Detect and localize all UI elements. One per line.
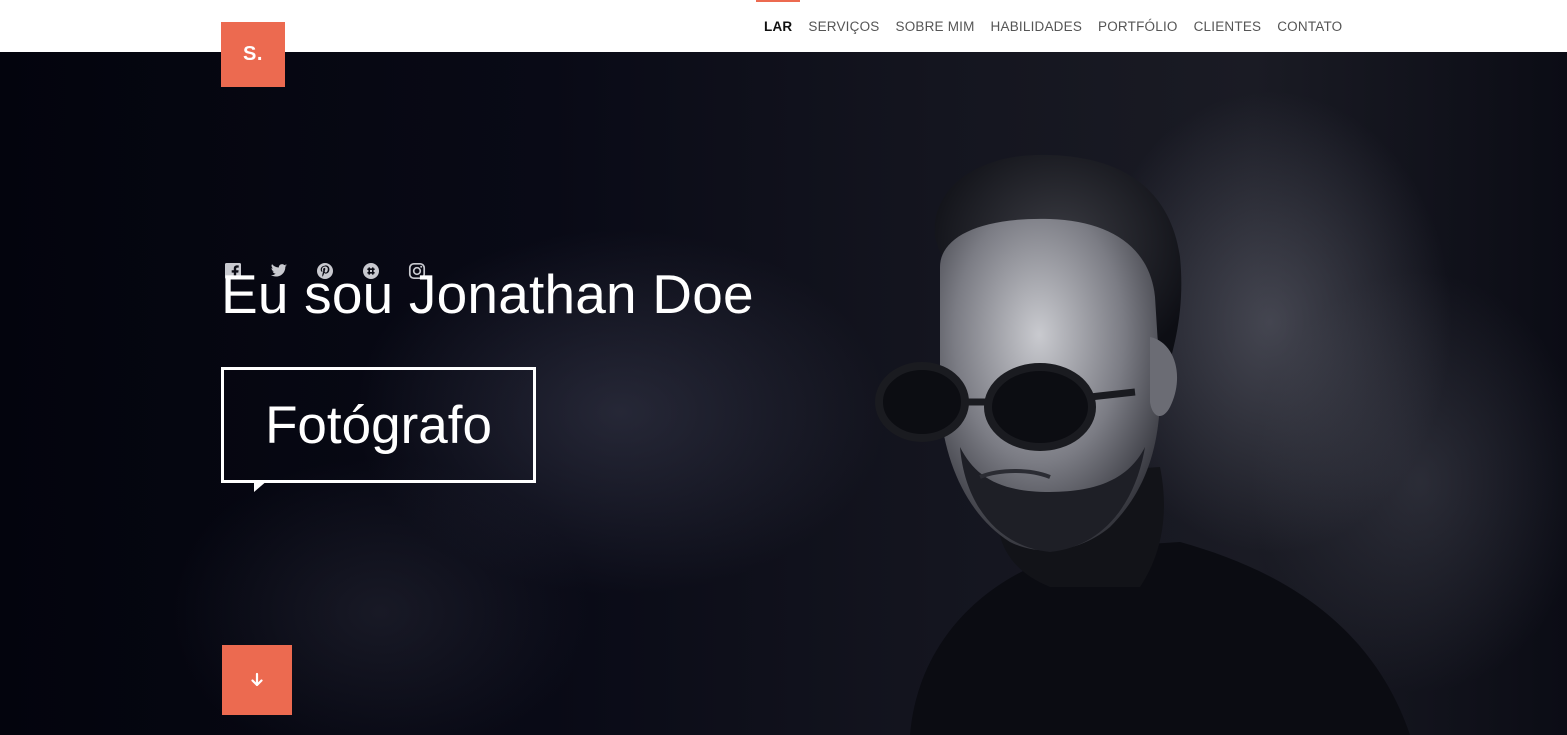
nav-item-servicos[interactable]: SERVIÇOS xyxy=(800,0,887,52)
role-text: Fotógrafo xyxy=(265,395,492,455)
speech-tail-icon xyxy=(254,480,268,492)
hero-headline: Eu sou Jonathan Doe xyxy=(221,263,754,325)
main-nav: LAR SERVIÇOS SOBRE MIM HABILIDADES PORTF… xyxy=(756,0,1350,52)
nav-item-contato[interactable]: CONTATO xyxy=(1269,0,1350,52)
nav-item-lar[interactable]: LAR xyxy=(756,0,801,52)
hero-portrait-image xyxy=(875,154,1410,735)
nav-item-portfolio[interactable]: PORTFÓLIO xyxy=(1090,0,1186,52)
scroll-down-button[interactable] xyxy=(222,645,292,715)
role-speech-box: Fotógrafo xyxy=(221,367,536,492)
arrow-down-icon xyxy=(251,672,263,687)
nav-item-habilidades[interactable]: HABILIDADES xyxy=(983,0,1090,52)
site-logo[interactable]: S. xyxy=(221,22,285,87)
nav-item-clientes[interactable]: CLIENTES xyxy=(1186,0,1270,52)
hero-section: Eu sou Jonathan Doe Fotógrafo xyxy=(0,52,1567,735)
nav-item-sobre-mim[interactable]: SOBRE MIM xyxy=(887,0,982,52)
